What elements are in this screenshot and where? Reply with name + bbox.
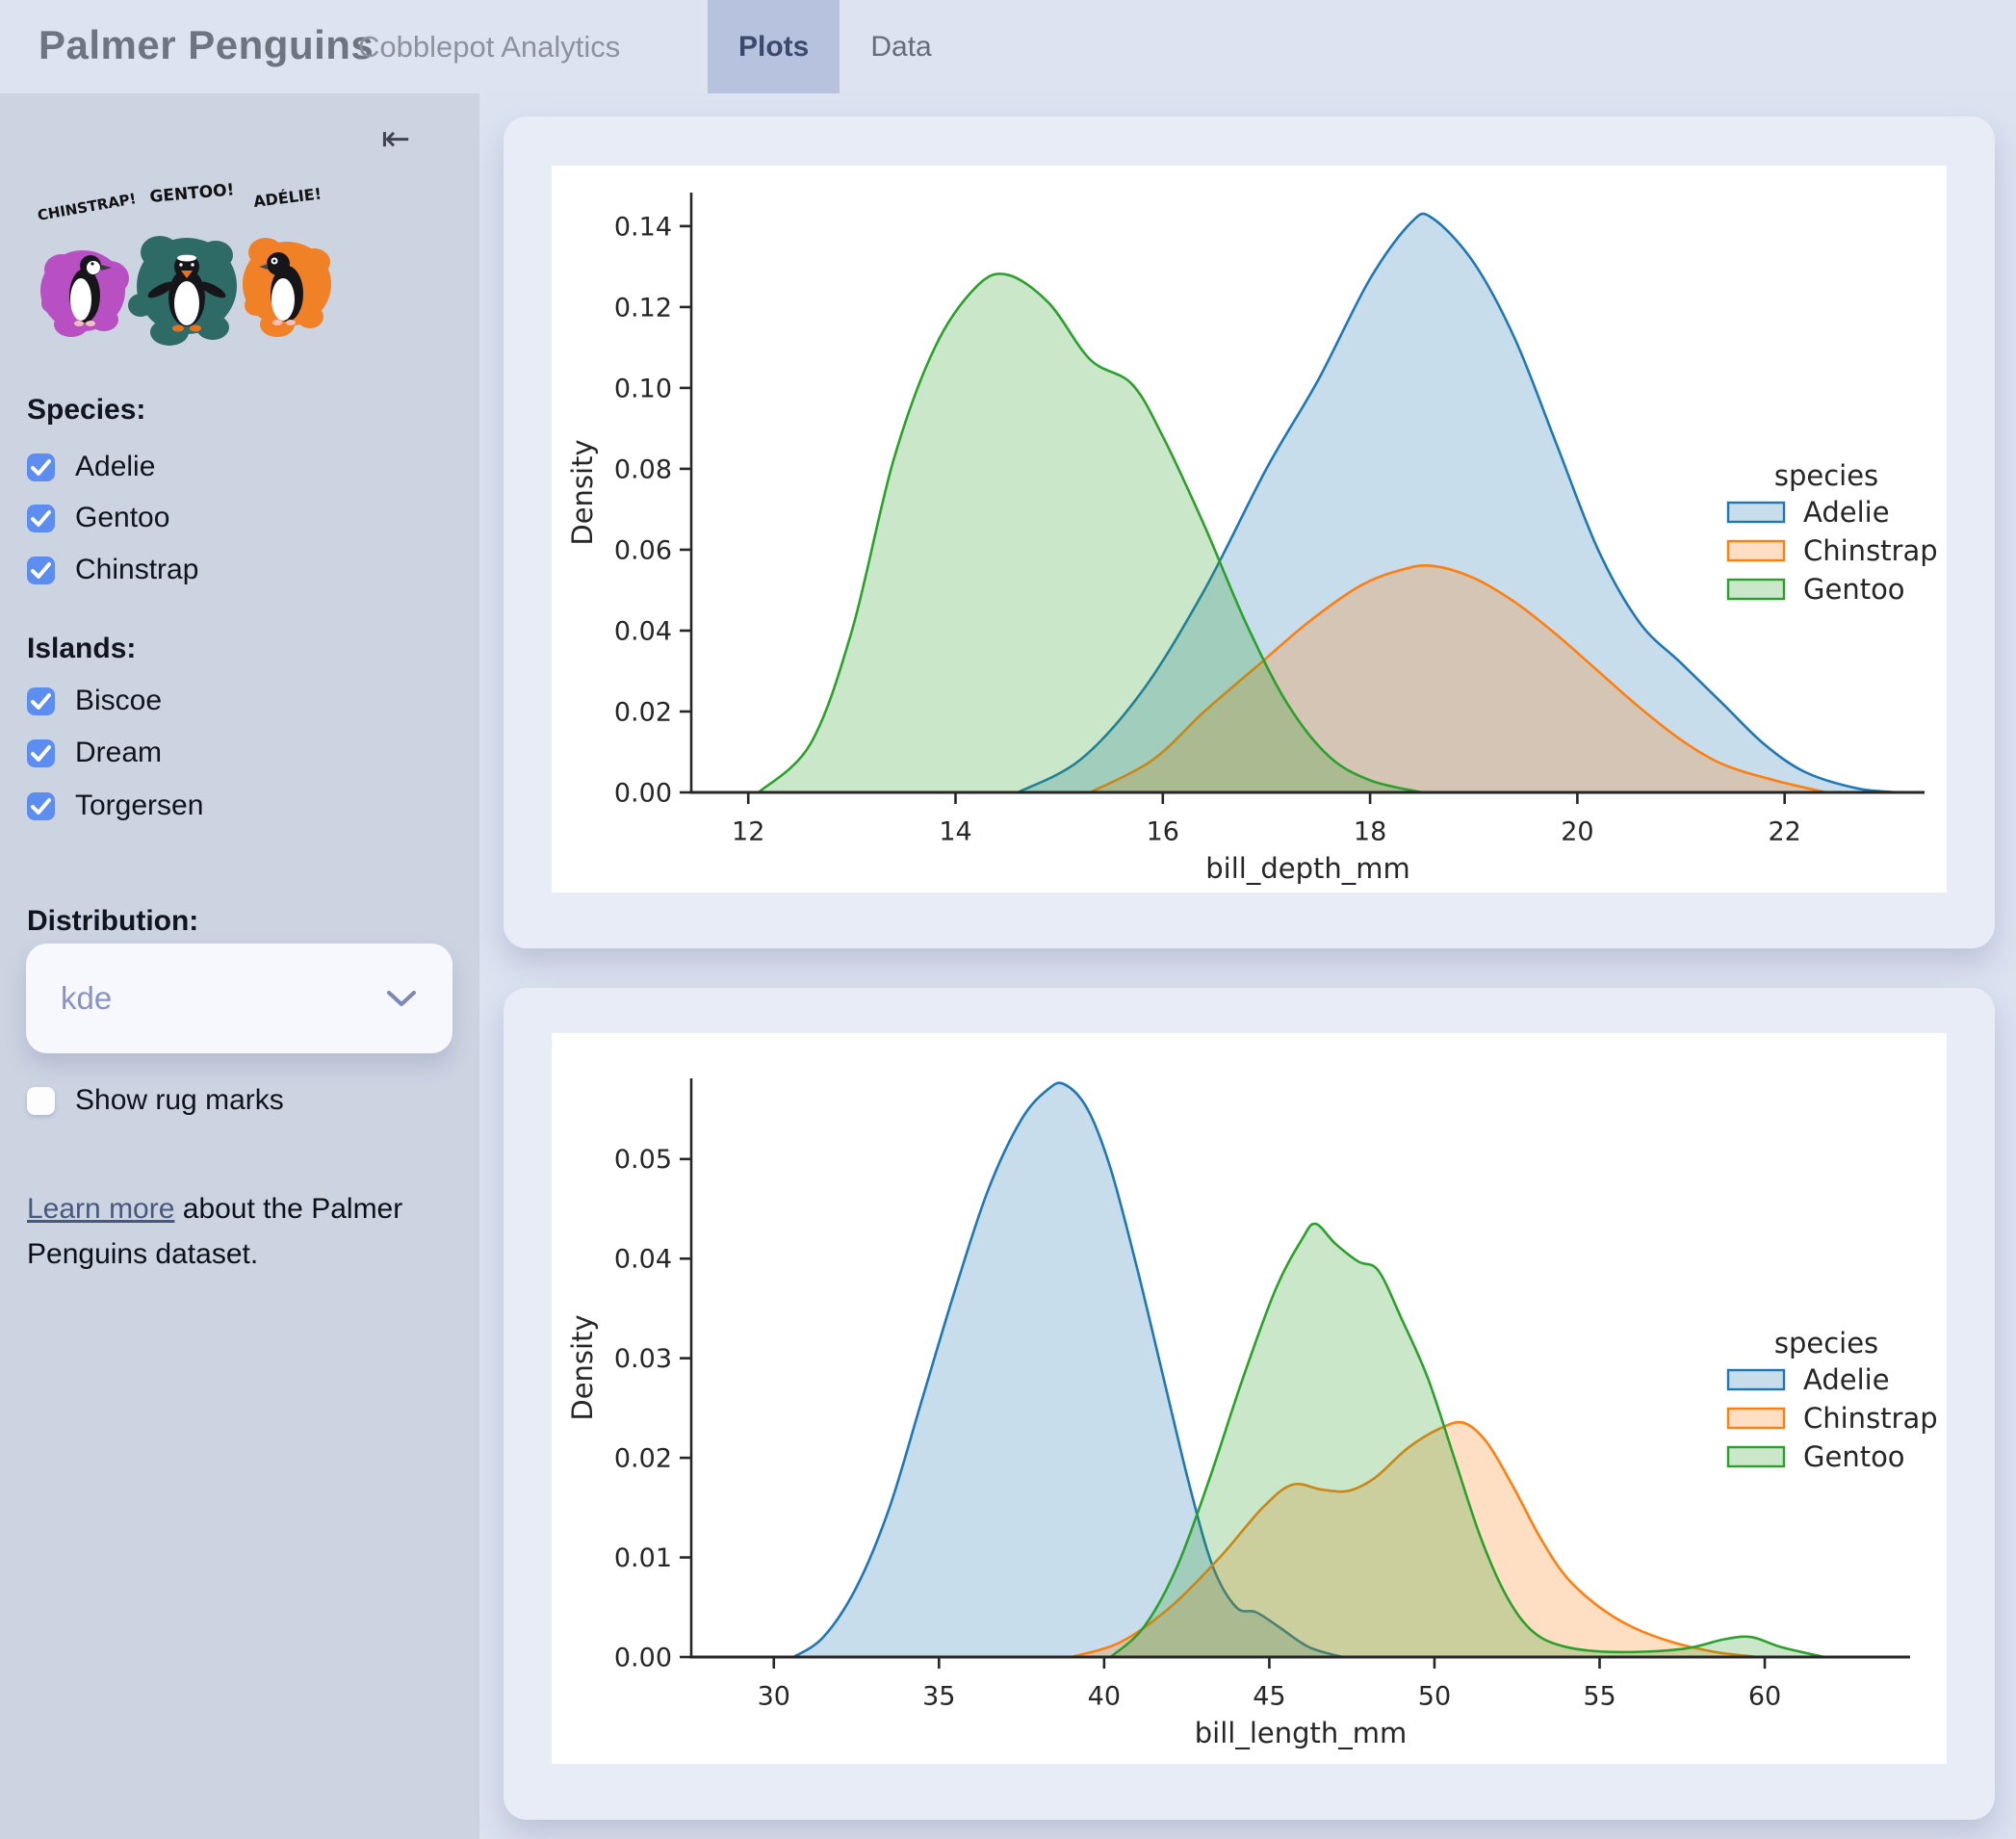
svg-text:12: 12: [732, 816, 764, 846]
svg-text:bill_length_mm: bill_length_mm: [1195, 1717, 1408, 1749]
tab-plots[interactable]: Plots: [708, 0, 840, 93]
svg-text:species: species: [1774, 459, 1878, 492]
page-subtitle: Cobblepot Analytics: [358, 29, 621, 64]
checkbox-species-chinstrap[interactable]: Chinstrap: [27, 554, 199, 585]
svg-text:Adelie: Adelie: [1803, 1363, 1890, 1396]
svg-text:Density: Density: [566, 439, 599, 545]
checkbox-icon[interactable]: [27, 686, 55, 715]
sidebar: ⇤ CHINSTRAP! GENTOO! ADÉLIE! Species: Ad…: [0, 93, 479, 1839]
checkbox-island-torgersen[interactable]: Torgersen: [27, 790, 204, 821]
distribution-label: Distribution:: [27, 905, 199, 937]
svg-text:20: 20: [1561, 816, 1593, 846]
chinstrap-artwork-label: CHINSTRAP!: [37, 190, 138, 224]
svg-text:0.03: 0.03: [614, 1344, 672, 1374]
checkbox-icon[interactable]: [27, 504, 55, 532]
adelie-artwork-label: ADÉLIE!: [252, 184, 323, 211]
svg-text:0.00: 0.00: [614, 1643, 672, 1672]
svg-text:14: 14: [939, 816, 971, 846]
checkbox-icon[interactable]: [27, 791, 55, 820]
svg-text:18: 18: [1354, 816, 1386, 846]
islands-group-label: Islands:: [27, 633, 137, 664]
svg-text:22: 22: [1768, 816, 1800, 846]
svg-text:Density: Density: [566, 1314, 599, 1420]
svg-text:60: 60: [1748, 1681, 1781, 1711]
svg-text:0.00: 0.00: [614, 778, 672, 808]
svg-text:Chinstrap: Chinstrap: [1803, 1402, 1938, 1435]
checkbox-species-gentoo[interactable]: Gentoo: [27, 502, 170, 533]
svg-text:30: 30: [758, 1681, 790, 1711]
checkbox-label: Gentoo: [75, 502, 170, 533]
learn-more-link[interactable]: Learn more: [27, 1193, 174, 1225]
checkbox-icon[interactable]: [27, 738, 55, 767]
nav-tabs: Plots Data: [708, 0, 963, 93]
svg-text:Gentoo: Gentoo: [1803, 1440, 1905, 1473]
checkbox-label: Chinstrap: [75, 554, 199, 585]
svg-text:0.02: 0.02: [614, 1444, 672, 1474]
gentoo-artwork-label: GENTOO!: [149, 180, 235, 207]
app-window: Palmer Penguins Cobblepot Analytics Plot…: [0, 0, 2016, 1839]
bill-length-kde-plot: 30 35 40 45 50 55 60 0.00 0.01 0.02 0.03 0.04 0.05 bi…: [552, 1033, 1947, 1764]
tab-data[interactable]: Data: [840, 0, 962, 93]
svg-text:Adelie: Adelie: [1803, 496, 1890, 529]
checkbox-icon[interactable]: [27, 556, 55, 584]
svg-text:0.02: 0.02: [614, 697, 672, 727]
svg-text:0.12: 0.12: [614, 293, 672, 323]
distribution-select[interactable]: kde: [26, 944, 452, 1053]
chevron-down-icon: [387, 991, 416, 1006]
svg-text:0.14: 0.14: [614, 212, 672, 242]
checkbox-icon[interactable]: [27, 1086, 55, 1115]
svg-text:Chinstrap: Chinstrap: [1803, 534, 1938, 567]
checkbox-island-dream[interactable]: Dream: [27, 737, 163, 768]
svg-text:35: 35: [922, 1681, 955, 1711]
checkbox-label: Show rug marks: [75, 1084, 284, 1116]
checkbox-species-adelie[interactable]: Adelie: [27, 451, 156, 482]
checkbox-show-rug-marks[interactable]: Show rug marks: [27, 1084, 284, 1116]
svg-text:0.10: 0.10: [614, 374, 672, 403]
svg-text:55: 55: [1583, 1681, 1615, 1711]
checkbox-label: Biscoe: [75, 685, 163, 716]
checkbox-label: Torgersen: [75, 790, 204, 821]
svg-text:0.05: 0.05: [614, 1145, 672, 1175]
svg-text:Gentoo: Gentoo: [1803, 573, 1905, 606]
svg-text:0.04: 0.04: [614, 616, 672, 646]
svg-text:16: 16: [1147, 816, 1179, 846]
learn-more-text: Learn more about the Palmer Penguins dat…: [27, 1186, 441, 1277]
penguins-artwork: CHINSTRAP! GENTOO! ADÉLIE!: [37, 180, 331, 346]
page-title: Palmer Penguins: [39, 21, 375, 67]
distribution-selected-value: kde: [61, 980, 113, 1016]
header-bar: Palmer Penguins Cobblepot Analytics Plot…: [0, 0, 2016, 93]
svg-text:bill_depth_mm: bill_depth_mm: [1205, 852, 1410, 885]
svg-text:0.04: 0.04: [614, 1245, 672, 1275]
svg-text:0.01: 0.01: [614, 1543, 672, 1573]
svg-text:50: 50: [1418, 1681, 1451, 1711]
svg-text:40: 40: [1088, 1681, 1121, 1711]
svg-text:45: 45: [1253, 1681, 1285, 1711]
species-group-label: Species:: [27, 394, 146, 426]
checkbox-label: Adelie: [75, 451, 156, 482]
sidebar-collapse-icon[interactable]: ⇤: [381, 122, 410, 157]
checkbox-island-biscoe[interactable]: Biscoe: [27, 685, 163, 716]
bill-depth-kde-plot: 12 14 16 18 20 22 0.00 0.02 0.04 0.06 0.08 0.10 0.12…: [552, 166, 1947, 893]
checkbox-label: Dream: [75, 737, 163, 768]
svg-text:0.08: 0.08: [614, 454, 672, 484]
svg-text:0.06: 0.06: [614, 535, 672, 565]
checkbox-icon[interactable]: [27, 453, 55, 481]
svg-text:species: species: [1774, 1327, 1878, 1360]
